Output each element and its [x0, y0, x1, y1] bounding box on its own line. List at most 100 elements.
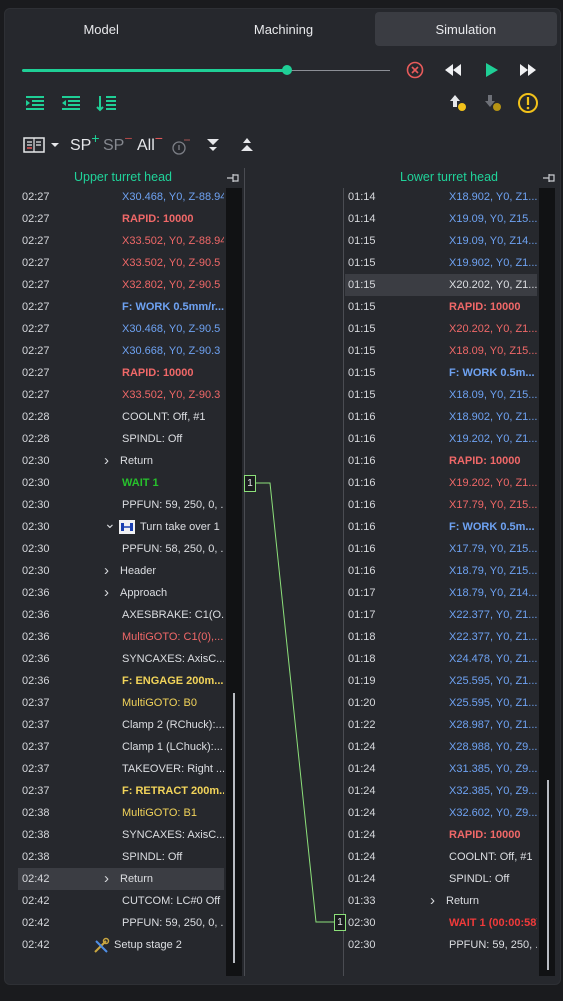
left-row[interactable]: 02:36 › Approach — [18, 582, 224, 604]
right-row[interactable]: 01:17 X18.79, Y0, Z14... — [345, 582, 537, 604]
left-row[interactable]: 02:30 › Return — [18, 450, 224, 472]
left-row[interactable]: 02:37 Clamp 2 (RChuck):... — [18, 714, 224, 736]
sync-marker-left[interactable]: 1 — [244, 475, 256, 492]
warning-icon[interactable] — [517, 92, 539, 114]
book-menu-icon[interactable] — [22, 134, 62, 156]
fast-forward-icon[interactable] — [517, 59, 539, 81]
left-row[interactable]: 02:27 F: WORK 0.5mm/r... — [18, 296, 224, 318]
sort-list-icon[interactable] — [96, 92, 118, 114]
right-row[interactable]: 01:24 X32.385, Y0, Z9... — [345, 780, 537, 802]
upload-warning-icon[interactable] — [447, 92, 469, 114]
left-row[interactable]: 02:38 SYNCAXES: AxisC... — [18, 824, 224, 846]
left-row[interactable]: 02:38 SPINDL: Off — [18, 846, 224, 868]
left-row[interactable]: 02:42 PPFUN: 59, 250, 0, ... — [18, 912, 224, 934]
playback-slider[interactable] — [22, 65, 390, 75]
right-row[interactable]: 01:16 X18.902, Y0, Z1... — [345, 406, 537, 428]
right-row[interactable]: 01:15 X20.202, Y0, Z1... — [345, 318, 537, 340]
left-row[interactable]: 02:30 WAIT 1 — [18, 472, 224, 494]
right-row[interactable]: 01:18 X22.377, Y0, Z1... — [345, 626, 537, 648]
left-row[interactable]: 02:42 Setup stage 2 — [18, 934, 224, 956]
left-row[interactable]: 02:38 MultiGOTO: B1 — [18, 802, 224, 824]
right-row[interactable]: 02:30 PPFUN: 59, 250, ... — [345, 934, 537, 956]
right-row[interactable]: 01:16 RAPID: 10000 — [345, 450, 537, 472]
info-minus-icon[interactable] — [170, 136, 192, 158]
right-row[interactable]: 01:15 X19.902, Y0, Z1... — [345, 252, 537, 274]
left-row[interactable]: 02:30 PPFUN: 58, 250, 0, ... — [18, 538, 224, 560]
left-row[interactable]: 02:27 RAPID: 10000 — [18, 208, 224, 230]
indent-list-icon[interactable] — [24, 92, 46, 114]
chevron-right-icon[interactable]: › — [430, 890, 435, 912]
left-row[interactable]: 02:27 X30.468, Y0, Z-90.5 — [18, 318, 224, 340]
right-row[interactable]: 01:24 X28.988, Y0, Z9... — [345, 736, 537, 758]
right-row[interactable]: 01:33 › Return — [345, 890, 537, 912]
right-row[interactable]: 01:16 X18.79, Y0, Z15... — [345, 560, 537, 582]
left-row[interactable]: 02:37 F: RETRACT 200m... — [18, 780, 224, 802]
pin-icon[interactable] — [226, 172, 240, 187]
left-row[interactable]: 02:28 COOLNT: Off, #1 — [18, 406, 224, 428]
left-row[interactable]: 02:27 X33.502, Y0, Z-88.94 — [18, 230, 224, 252]
right-scrollbar[interactable] — [539, 188, 555, 976]
right-row[interactable]: 01:19 X25.595, Y0, Z1... — [345, 670, 537, 692]
right-row[interactable]: 01:15 F: WORK 0.5m... — [345, 362, 537, 384]
slider-handle[interactable] — [281, 65, 292, 75]
outdent-list-icon[interactable] — [60, 92, 82, 114]
rewind-icon[interactable] — [442, 59, 464, 81]
chevron-down-icon[interactable]: ⌄ — [104, 512, 116, 534]
left-row[interactable]: 02:27 X30.468, Y0, Z-88.94 — [18, 186, 224, 208]
chevron-right-icon[interactable]: › — [104, 582, 109, 604]
left-scrollbar[interactable] — [226, 188, 242, 976]
left-row[interactable]: 02:37 MultiGOTO: B0 — [18, 692, 224, 714]
right-row[interactable]: 01:15 X20.202, Y0, Z1... — [345, 274, 537, 296]
expand-up-icon[interactable] — [236, 134, 258, 156]
right-row[interactable]: 01:16 X17.79, Y0, Z15... — [345, 538, 537, 560]
right-row[interactable]: 01:14 X18.902, Y0, Z1... — [345, 186, 537, 208]
left-row[interactable]: 02:27 X32.802, Y0, Z-90.5 — [18, 274, 224, 296]
right-row[interactable]: 01:24 X31.385, Y0, Z9... — [345, 758, 537, 780]
left-row[interactable]: 02:27 X33.502, Y0, Z-90.3 — [18, 384, 224, 406]
left-scrollbar-thumb[interactable] — [233, 693, 235, 963]
stop-icon[interactable] — [404, 59, 426, 81]
chevron-right-icon[interactable]: › — [104, 450, 109, 472]
right-row[interactable]: 01:20 X25.595, Y0, Z1... — [345, 692, 537, 714]
right-row[interactable]: 01:24 X32.602, Y0, Z9... — [345, 802, 537, 824]
right-row[interactable]: 01:18 X24.478, Y0, Z1... — [345, 648, 537, 670]
right-row[interactable]: 01:24 RAPID: 10000 — [345, 824, 537, 846]
left-row[interactable]: 02:30 ⌄ Turn take over 1 — [18, 515, 224, 538]
tab-machining[interactable]: Machining — [192, 12, 374, 46]
right-row[interactable]: 01:15 X18.09, Y0, Z15... — [345, 340, 537, 362]
right-row[interactable]: 01:16 X19.202, Y0, Z1... — [345, 428, 537, 450]
all-button[interactable]: All − — [137, 130, 163, 158]
left-row[interactable]: 02:36 SYNCAXES: AxisC... — [18, 648, 224, 670]
left-row[interactable]: 02:36 F: ENGAGE 200m... — [18, 670, 224, 692]
right-row[interactable]: 01:16 X17.79, Y0, Z15... — [345, 494, 537, 516]
add-sp-button[interactable]: SP + — [70, 130, 100, 158]
right-row[interactable]: 01:16 F: WORK 0.5m... — [345, 516, 537, 538]
left-row[interactable]: 02:27 RAPID: 10000 — [18, 362, 224, 384]
left-row[interactable]: 02:36 MultiGOTO: C1(0),... — [18, 626, 224, 648]
left-row[interactable]: 02:30 › Header — [18, 560, 224, 582]
right-row[interactable]: 01:15 X18.09, Y0, Z15... — [345, 384, 537, 406]
right-row[interactable]: 02:30 WAIT 1 (00:00:58) — [345, 912, 537, 934]
left-row[interactable]: 02:30 PPFUN: 59, 250, 0, ... — [18, 494, 224, 516]
left-row[interactable]: 02:36 AXESBRAKE: C1(O... — [18, 604, 224, 626]
pin-icon[interactable] — [542, 172, 556, 187]
left-row[interactable]: 02:37 Clamp 1 (LChuck):... — [18, 736, 224, 758]
right-row[interactable]: 01:17 X22.377, Y0, Z1... — [345, 604, 537, 626]
remove-sp-button[interactable]: SP − — [103, 130, 133, 158]
tab-model[interactable]: Model — [10, 12, 192, 46]
left-row[interactable]: 02:27 X33.502, Y0, Z-90.5 — [18, 252, 224, 274]
chevron-right-icon[interactable]: › — [104, 868, 109, 890]
left-row[interactable]: 02:42 › Return — [18, 868, 224, 890]
left-row[interactable]: 02:27 X30.668, Y0, Z-90.3 — [18, 340, 224, 362]
right-row[interactable]: 01:16 X19.202, Y0, Z1... — [345, 472, 537, 494]
right-row[interactable]: 01:22 X28.987, Y0, Z1... — [345, 714, 537, 736]
right-row[interactable]: 01:15 RAPID: 10000 — [345, 296, 537, 318]
download-warning-icon[interactable] — [482, 92, 504, 114]
tab-simulation[interactable]: Simulation — [374, 12, 557, 46]
collapse-down-icon[interactable] — [202, 134, 224, 156]
left-row[interactable]: 02:37 TAKEOVER: Right ... — [18, 758, 224, 780]
play-icon[interactable] — [480, 59, 502, 81]
right-row[interactable]: 01:24 SPINDL: Off — [345, 868, 537, 890]
left-row[interactable]: 02:42 CUTCOM: LC#0 Off — [18, 890, 224, 912]
right-row[interactable]: 01:15 X19.09, Y0, Z14... — [345, 230, 537, 252]
